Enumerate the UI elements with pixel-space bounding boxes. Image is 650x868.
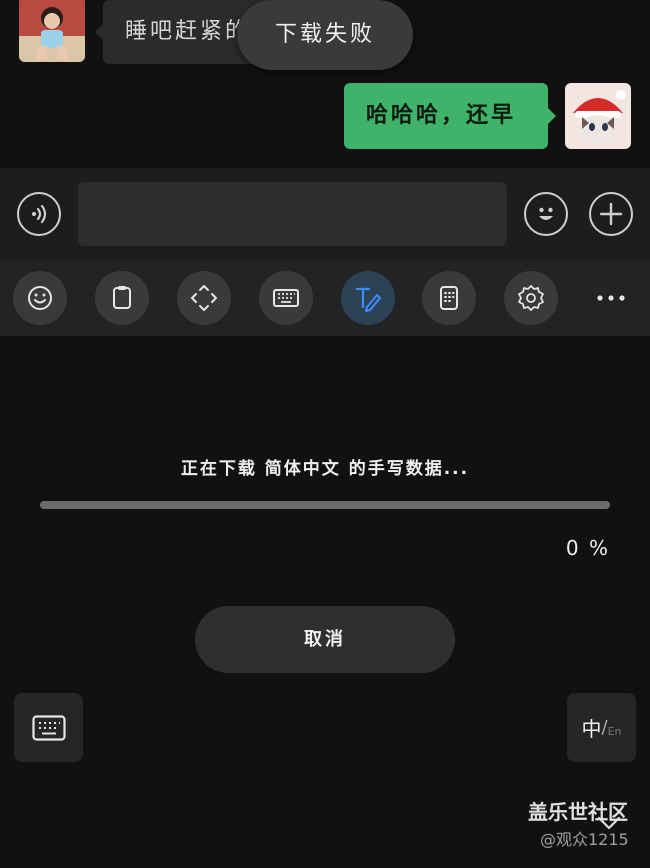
contact-avatar-image [19, 0, 85, 62]
switch-keyboard-button[interactable] [14, 693, 83, 762]
emoji-picker-icon[interactable] [524, 192, 568, 236]
emoji-icon [28, 286, 52, 310]
more-functions-plus-icon[interactable] [589, 192, 633, 236]
download-progress-bar [40, 501, 610, 509]
clipboard-icon [113, 286, 131, 309]
watermark-user: @观众1215 [540, 830, 629, 849]
my-avatar[interactable] [565, 83, 631, 149]
language-switch-button[interactable]: 中 / En [567, 693, 636, 762]
outgoing-message-bubble[interactable]: 哈哈哈，还早 [344, 83, 556, 149]
message-text-field[interactable] [78, 182, 507, 246]
handwriting-icon [355, 287, 381, 312]
toolbar-settings-button[interactable] [504, 271, 558, 325]
cursor-move-icon [191, 285, 217, 311]
toolbar-cursor-button[interactable] [177, 271, 231, 325]
lang-english-label: En [607, 725, 622, 738]
toolbar-handwriting-button[interactable] [341, 271, 395, 325]
keyboard-icon [273, 289, 299, 307]
download-status-text: 正在下载 简体中文 的手写数据... [180, 459, 470, 479]
download-percent: 0 % [565, 536, 610, 560]
voice-waves-icon [32, 204, 47, 224]
toolbar-numpad-button[interactable] [422, 271, 476, 325]
plus-icon [599, 202, 623, 226]
keyboard-icon [31, 714, 66, 741]
numpad-icon [440, 286, 458, 310]
voice-input-icon[interactable] [17, 192, 61, 236]
keyboard-toolbar [0, 260, 650, 336]
cancel-download-button[interactable]: 取消 [195, 606, 455, 673]
contact-avatar[interactable] [19, 0, 85, 62]
watermark-title: 盖乐世社区 [528, 800, 628, 824]
download-failed-toast: 下载失败 [237, 0, 413, 70]
lang-chinese-label: 中 [581, 717, 602, 741]
toolbar-clipboard-button[interactable] [95, 271, 149, 325]
toolbar-keyboard-button[interactable] [259, 271, 313, 325]
settings-gear-icon [518, 285, 544, 311]
handwriting-download-panel: 正在下载 简体中文 的手写数据... 0 % 取消 中 / En 盖乐世社区 @… [0, 336, 650, 868]
chat-area: 睡吧赶紧的 下载失败 哈哈哈，还早 [0, 0, 650, 168]
message-input-bar [0, 168, 650, 260]
more-dots-icon [597, 295, 625, 301]
smiley-icon [539, 207, 553, 220]
toolbar-emoji-button[interactable] [13, 271, 67, 325]
toolbar-more-button[interactable] [584, 271, 638, 325]
my-avatar-image [565, 83, 631, 149]
